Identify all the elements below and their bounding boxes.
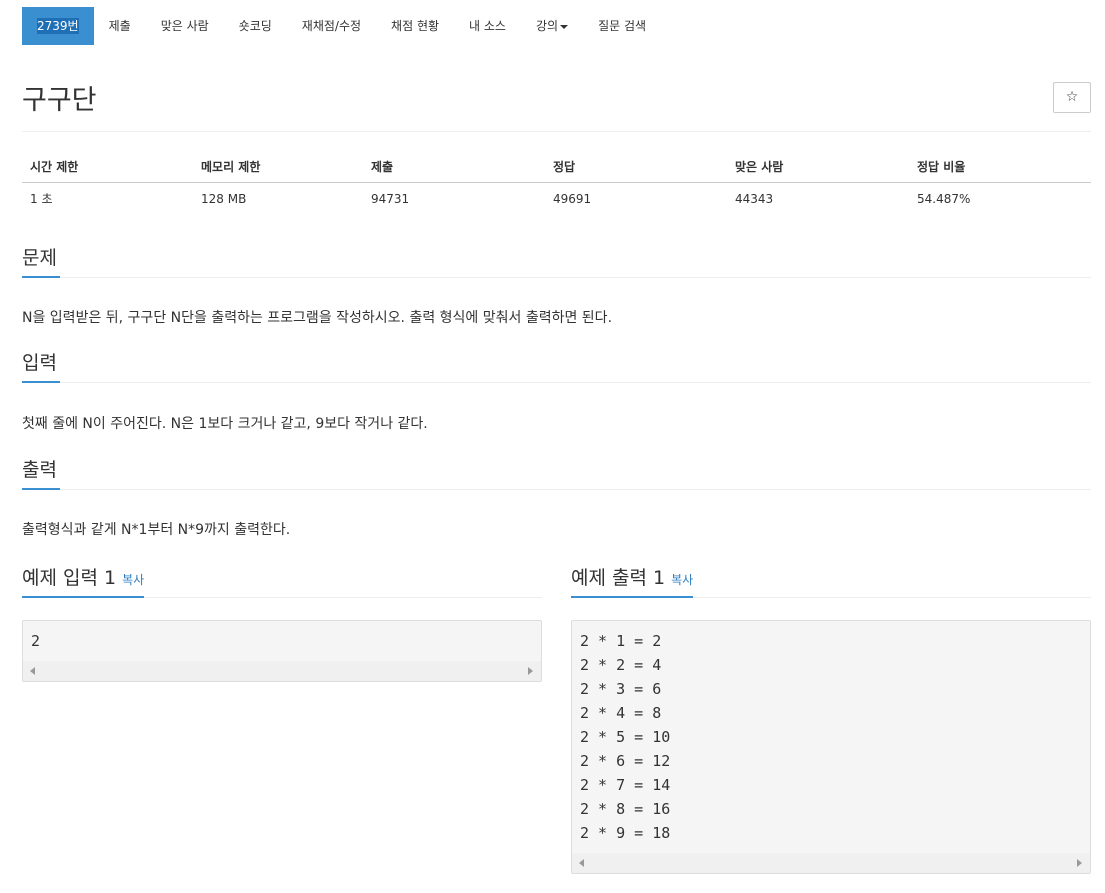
table-header-cell: 시간 제한 — [30, 160, 79, 174]
sample-input-title: 예제 입력 1 — [22, 567, 117, 589]
tab-shortest[interactable]: 숏코딩 — [224, 7, 287, 45]
input-heading: 입력 — [22, 351, 1091, 383]
code-line: 2 * 7 = 14 — [580, 776, 671, 794]
tab-submit[interactable]: 제출 — [94, 7, 146, 45]
table-cell: 44343 — [735, 192, 774, 206]
description-title: 문제 — [22, 246, 60, 278]
tab-problem-number-label: 2739번 — [37, 18, 79, 34]
table-row: 1 초 128 MB 94731 49691 44343 54.487% — [22, 183, 1091, 215]
table-cell: 49691 — [553, 192, 592, 206]
code-line: 2 * 6 = 12 — [580, 752, 671, 770]
code-line: 2 * 1 = 2 — [580, 632, 662, 650]
code-line: 2 * 9 = 18 — [580, 824, 671, 842]
tab-problem-number[interactable]: 2739번 — [22, 7, 94, 45]
description-heading: 문제 — [22, 246, 1091, 278]
star-icon: ☆ — [1065, 89, 1079, 105]
code-line: 2 * 4 = 8 — [580, 704, 662, 722]
sample-input-title-wrap: 예제 입력 1 복사 — [22, 566, 145, 598]
input-text: 첫째 줄에 N이 주어진다. N은 1보다 크거나 같고, 9보다 작거나 같다… — [22, 416, 428, 432]
sample-input-heading: 예제 입력 1 복사 — [22, 566, 542, 598]
tab-lecture-label: 강의 — [535, 19, 559, 33]
code-line: 2 — [31, 632, 41, 650]
problem-info-table: 시간 제한 메모리 제한 제출 정답 맞은 사람 정답 비율 1 초 128 M… — [22, 151, 1091, 215]
sample-output-title: 예제 출력 1 — [571, 567, 666, 589]
scroll-left-icon[interactable] — [579, 859, 584, 867]
code-line: 2 * 8 = 16 — [580, 800, 671, 818]
description-text: N을 입력받은 뒤, 구구단 N단을 출력하는 프로그램을 작성하시오. 출력 … — [22, 310, 613, 326]
sample-output-heading: 예제 출력 1 복사 — [571, 566, 1091, 598]
output-text: 출력형식과 같게 N*1부터 N*9까지 출력한다. — [22, 522, 291, 538]
sample-input-lines: 2 — [23, 621, 541, 655]
tab-qna[interactable]: 질문 검색 — [583, 7, 661, 45]
tab-lecture-dropdown[interactable]: 강의 — [521, 7, 583, 45]
horizontal-scrollbar[interactable] — [572, 853, 1090, 873]
copy-output-button[interactable]: 복사 — [671, 573, 693, 587]
tab-my-source[interactable]: 내 소스 — [454, 7, 521, 45]
horizontal-scrollbar[interactable] — [23, 661, 541, 681]
tab-rejudge[interactable]: 재채점/수정 — [287, 7, 376, 45]
sample-output-title-wrap: 예제 출력 1 복사 — [571, 566, 694, 598]
page-title: 구구단 — [22, 85, 97, 116]
table-cell: 128 MB — [201, 192, 247, 206]
code-line: 2 * 3 = 6 — [580, 680, 662, 698]
table-header-cell: 정답 — [553, 160, 576, 174]
scroll-right-icon[interactable] — [528, 667, 533, 675]
sample-output-lines: 2 * 1 = 2 2 * 2 = 4 2 * 3 = 6 2 * 4 = 8 … — [572, 621, 1090, 847]
table-cell: 1 초 — [30, 192, 53, 206]
output-heading: 출력 — [22, 458, 1091, 490]
input-title: 입력 — [22, 351, 60, 383]
sample-output-box[interactable]: 2 * 1 = 2 2 * 2 = 4 2 * 3 = 6 2 * 4 = 8 … — [571, 620, 1091, 874]
star-button[interactable]: ☆ — [1053, 82, 1091, 113]
tab-status[interactable]: 채점 현황 — [376, 7, 454, 45]
table-header-cell: 메모리 제한 — [201, 160, 261, 174]
tab-solvers[interactable]: 맞은 사람 — [146, 7, 224, 45]
scroll-right-icon[interactable] — [1077, 859, 1082, 867]
copy-input-button[interactable]: 복사 — [122, 573, 144, 587]
page: 2739번 제출 맞은 사람 숏코딩 재채점/수정 채점 현황 내 소스 강의 … — [0, 0, 1105, 893]
table-cell: 54.487% — [917, 192, 971, 206]
code-line: 2 * 5 = 10 — [580, 728, 671, 746]
table-cell: 94731 — [371, 192, 410, 206]
output-title: 출력 — [22, 458, 60, 490]
scroll-left-icon[interactable] — [30, 667, 35, 675]
table-header-cell: 정답 비율 — [917, 160, 966, 174]
sample-input-box[interactable]: 2 — [22, 620, 542, 682]
table-header-cell: 제출 — [371, 160, 394, 174]
table-header-row: 시간 제한 메모리 제한 제출 정답 맞은 사람 정답 비율 — [22, 151, 1091, 183]
title-divider — [22, 131, 1091, 132]
problem-tabs: 2739번 제출 맞은 사람 숏코딩 재채점/수정 채점 현황 내 소스 강의 … — [22, 7, 661, 45]
code-line: 2 * 2 = 4 — [580, 656, 662, 674]
caret-down-icon — [560, 24, 569, 29]
table-header-cell: 맞은 사람 — [735, 160, 784, 174]
